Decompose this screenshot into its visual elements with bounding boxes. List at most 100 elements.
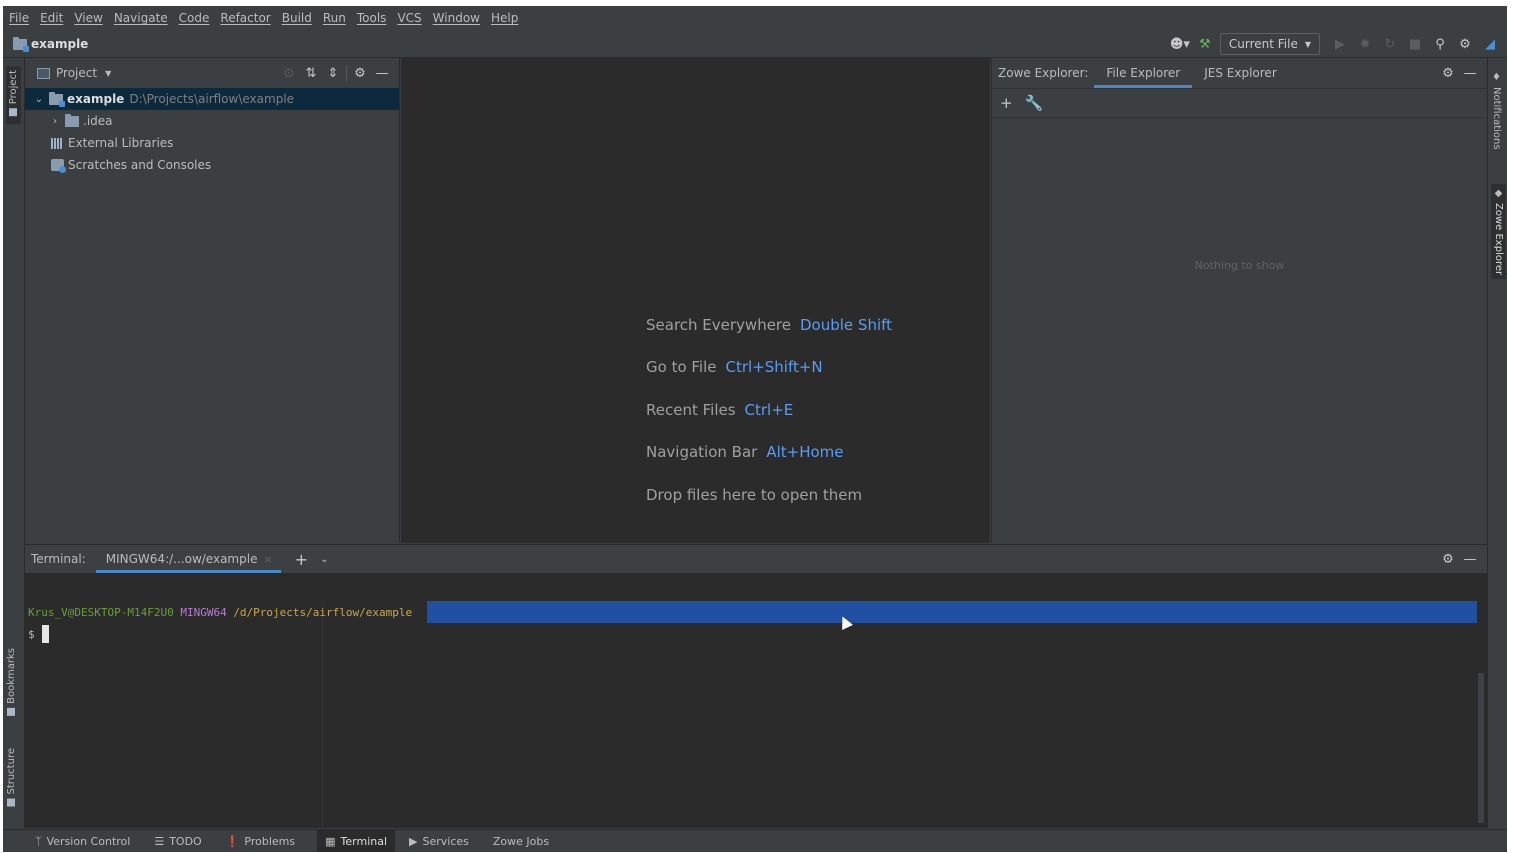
ide-logo-icon[interactable]: ◢: [1479, 33, 1501, 55]
status-zowe-jobs[interactable]: Zowe Jobs: [491, 830, 551, 853]
tool-tab-structure[interactable]: Structure: [6, 748, 17, 811]
menu-vcs[interactable]: VCS: [397, 11, 421, 25]
tool-tab-bookmarks[interactable]: Bookmarks: [6, 648, 17, 720]
status-item-label: Zowe Jobs: [492, 834, 550, 848]
terminal-tool-window: Terminal: MINGW64:/...ow/example × + ⌄ ⚙…: [25, 544, 1487, 829]
chevron-down-icon[interactable]: ⌄: [33, 94, 45, 105]
right-tool-stripe: ♦ Notifications ◆ Zowe Explorer: [1487, 58, 1507, 828]
zowe-icon: ◆: [1493, 188, 1504, 199]
project-panel-title: Project: [56, 66, 98, 80]
menu-file[interactable]: File: [9, 11, 29, 25]
menu-view[interactable]: View: [74, 11, 102, 25]
search-icon[interactable]: ⚲: [1429, 33, 1451, 55]
run-icon[interactable]: ▶: [1329, 33, 1351, 55]
hint-recent-files: Recent Files Ctrl+E: [646, 401, 793, 419]
scratches-icon: [51, 159, 66, 173]
prompt-user-host: Krus_V@DESKTOP-M14F2U0: [28, 605, 174, 619]
toolbar-right: ☻▾ ⚒ Current File ▼ ▶ ✹ ↻ ■ ⚲ ⚙ ◢: [1166, 33, 1501, 55]
hint-label: Navigation Bar: [646, 443, 758, 461]
stop-icon[interactable]: ■: [1404, 33, 1426, 55]
breadcrumb[interactable]: example: [13, 36, 89, 52]
menu-help[interactable]: Help: [491, 11, 518, 25]
tool-tab-notifications[interactable]: ♦ Notifications: [1491, 72, 1502, 150]
panel-settings-gear-icon[interactable]: ⚙: [349, 63, 371, 83]
breadcrumb-project-name: example: [31, 37, 89, 51]
tab-jes-explorer[interactable]: JES Explorer: [1192, 58, 1289, 88]
status-version-control[interactable]: ᛉ Version Control: [33, 830, 132, 853]
collapse-all-icon[interactable]: ⇕: [322, 63, 344, 83]
expand-all-icon[interactable]: ⇅: [300, 63, 322, 83]
tree-item-root[interactable]: ⌄ example D:\Projects\airflow\example: [25, 88, 399, 110]
tool-tab-zowe-explorer[interactable]: ◆ Zowe Explorer: [1491, 184, 1506, 280]
tree-item-label: External Libraries: [68, 136, 174, 150]
terminal-input-line[interactable]: $: [28, 623, 49, 645]
navigation-bar: example ☻▾ ⚒ Current File ▼ ▶ ✹ ↻ ■ ⚲ ⚙ …: [3, 30, 1507, 58]
hide-panel-minus-icon[interactable]: —: [371, 63, 393, 83]
chevron-down-icon: ▼: [1304, 39, 1311, 49]
services-icon: ▶: [409, 834, 418, 848]
hint-label: Drop files here to open them: [646, 486, 863, 504]
menu-run[interactable]: Run: [323, 11, 346, 25]
panel-settings-gear-icon[interactable]: ⚙: [1437, 64, 1459, 82]
menu-navigate[interactable]: Navigate: [114, 11, 168, 25]
menu-bar: File Edit View Navigate Code Refactor Bu…: [3, 6, 1507, 30]
zowe-explorer-window: Zowe Explorer: File Explorer JES Explore…: [991, 58, 1487, 543]
menu-refactor[interactable]: Refactor: [220, 11, 270, 25]
tree-item-scratches[interactable]: Scratches and Consoles: [25, 154, 399, 176]
build-hammer-icon[interactable]: ⚒: [1194, 33, 1216, 55]
tool-tab-project-label: Project: [8, 70, 19, 105]
hint-label: Go to File: [646, 358, 717, 376]
status-terminal[interactable]: ▦ Terminal: [317, 829, 396, 852]
editor-area[interactable]: Search Everywhere Double Shift Go to File…: [401, 58, 990, 543]
coverage-icon[interactable]: ↻: [1379, 33, 1401, 55]
tab-file-explorer[interactable]: File Explorer: [1094, 58, 1193, 88]
hide-panel-minus-icon[interactable]: —: [1459, 64, 1481, 82]
bookmark-icon: [7, 707, 16, 716]
tree-item-external-libraries[interactable]: External Libraries: [25, 132, 399, 154]
tool-tab-notifications-label: Notifications: [1491, 87, 1502, 150]
terminal-header: Terminal: MINGW64:/...ow/example × + ⌄ ⚙…: [25, 545, 1487, 573]
text-selection-highlight: [427, 601, 1477, 623]
terminal-divider: [322, 601, 323, 829]
menu-tools[interactable]: Tools: [357, 11, 387, 25]
close-icon[interactable]: ×: [263, 553, 272, 566]
run-configuration-select[interactable]: Current File ▼: [1219, 33, 1320, 55]
status-todo[interactable]: ☰ TODO: [152, 830, 203, 853]
project-folder-icon: [13, 36, 29, 52]
menu-edit[interactable]: Edit: [40, 11, 63, 25]
new-terminal-add-icon[interactable]: +: [295, 550, 308, 569]
locate-file-icon[interactable]: ⊙: [278, 63, 300, 83]
tool-tab-structure-label: Structure: [6, 748, 17, 795]
tool-tab-project[interactable]: Project: [6, 66, 21, 125]
hide-panel-minus-icon[interactable]: —: [1459, 550, 1481, 568]
add-icon[interactable]: +: [1000, 94, 1013, 112]
zowe-panel-tools: ⚙ —: [1437, 64, 1481, 82]
wrench-icon[interactable]: 🔧: [1025, 94, 1044, 112]
chevron-down-icon[interactable]: ⌄: [320, 554, 328, 565]
project-panel-header: Project ▼ ⊙ ⇅ ⇕ ⚙ —: [25, 58, 399, 88]
run-configuration-label: Current File: [1228, 37, 1298, 51]
settings-gear-icon[interactable]: ⚙: [1454, 33, 1476, 55]
terminal-scrollbar[interactable]: [1478, 673, 1484, 823]
menu-code[interactable]: Code: [179, 11, 210, 25]
menu-build[interactable]: Build: [282, 11, 312, 25]
status-services[interactable]: ▶ Services: [407, 830, 471, 853]
user-account-icon[interactable]: ☻▾: [1169, 33, 1191, 55]
status-problems[interactable]: ❗ Problems: [224, 830, 297, 853]
terminal-output[interactable]: Krus_V@DESKTOP-M14F2U0 MINGW64 /d/Projec…: [25, 573, 1487, 829]
bell-icon: ♦: [1491, 72, 1502, 83]
menu-window[interactable]: Window: [433, 11, 480, 25]
status-bar: ᛉ Version Control ☰ TODO ❗ Problems ▦ Te…: [3, 829, 1507, 852]
status-item-label: Services: [422, 834, 469, 848]
tree-item-idea[interactable]: › .idea: [25, 110, 399, 132]
chevron-right-icon[interactable]: ›: [49, 116, 61, 127]
project-view-selector[interactable]: Project ▼: [37, 66, 111, 80]
status-item-label: TODO: [169, 834, 202, 848]
terminal-tab[interactable]: MINGW64:/...ow/example ×: [95, 545, 281, 573]
left-tool-stripe: Project Bookmarks Structure: [3, 58, 25, 828]
debug-icon[interactable]: ✹: [1354, 33, 1376, 55]
panel-settings-gear-icon[interactable]: ⚙: [1437, 550, 1459, 568]
empty-state-text: Nothing to show: [1194, 259, 1285, 272]
tree-item-label: Scratches and Consoles: [68, 158, 212, 172]
hint-go-to-file: Go to File Ctrl+Shift+N: [646, 358, 823, 376]
